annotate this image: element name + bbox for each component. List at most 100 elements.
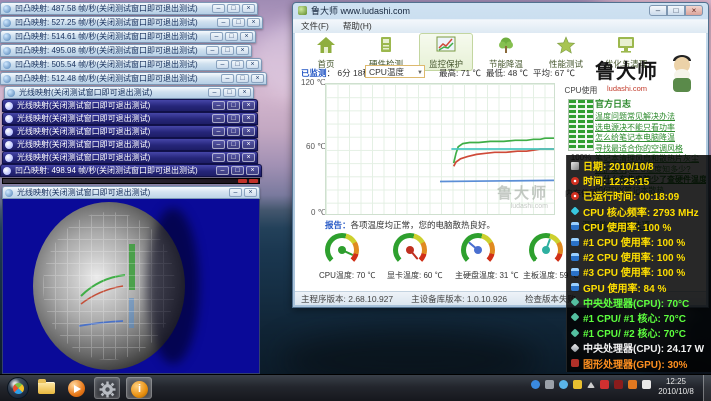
taskbar-mediaplayer-button[interactable]: [64, 377, 90, 399]
maximize-button[interactable]: □: [231, 60, 244, 69]
maximize-button[interactable]: □: [227, 127, 240, 136]
minimize-button[interactable]: –: [212, 101, 225, 110]
benchmark-window-titlebar[interactable]: 凹凸映射: 505.54 帧/秒(关闭测试窗口即可退出测试) – □ ×: [0, 58, 262, 71]
maximize-button[interactable]: □: [227, 114, 240, 123]
benchmark-window-titlebar[interactable]: 光线映射(关闭测试窗口即可退出测试) – □ ×: [2, 138, 258, 151]
toolbar-item-3[interactable]: 监控保护: [419, 33, 473, 71]
taskbar-explorer-button[interactable]: [34, 377, 60, 399]
tray-alert-icon[interactable]: [614, 380, 623, 389]
maximize-button[interactable]: □: [221, 46, 234, 55]
window-title: 光线映射(关闭测试窗口即可退出测试): [17, 188, 151, 197]
overlay-row: 已运行时间: 00:18:09: [567, 188, 711, 203]
tray-network-icon[interactable]: [628, 380, 637, 389]
metric-dropdown[interactable]: CPU温度 ▼: [365, 65, 425, 78]
usage-icon: [571, 283, 579, 292]
maximize-button[interactable]: □: [236, 74, 249, 83]
toolbar-item-4[interactable]: 节能降温: [479, 33, 533, 71]
official-blog-link-3[interactable]: 怎么给笔记本电脑降温: [595, 133, 706, 144]
window-titlebar[interactable]: 鲁大师 www.ludashi.com – □ ×: [293, 3, 708, 19]
tray-arrow-icon[interactable]: [587, 381, 595, 388]
minimize-button[interactable]: –: [221, 74, 234, 83]
start-button[interactable]: [7, 377, 29, 399]
benchmark-window-titlebar[interactable]: 光线映射(关闭测试窗口即可退出测试) – □ ×: [2, 125, 258, 138]
minimize-button[interactable]: –: [212, 127, 225, 136]
usage-icon: [571, 222, 579, 231]
menu-help[interactable]: 帮助(H): [343, 20, 372, 33]
close-button[interactable]: ×: [236, 46, 249, 55]
minimize-button[interactable]: –: [210, 32, 223, 41]
close-button[interactable]: ×: [242, 127, 255, 136]
benchmark-window-titlebar[interactable]: 光线映射(关闭测试窗口即可退出测试) – □ ×: [2, 112, 258, 125]
toolbar-item-5[interactable]: 性能测试: [539, 33, 593, 71]
benchmark-window-titlebar[interactable]: 光线映射(关闭测试窗口即可退出测试) – □ ×: [2, 151, 258, 164]
close-button[interactable]: ×: [242, 101, 255, 110]
benchmark-window-titlebar[interactable]: 凹凸映射: 512.48 帧/秒(关闭测试窗口即可退出测试) – □ ×: [0, 72, 267, 85]
minimize-button[interactable]: –: [216, 166, 229, 175]
window-titlebar[interactable]: 光线映射(关闭测试窗口即可退出测试) – ×: [2, 186, 260, 199]
maximize-button[interactable]: □: [227, 4, 240, 13]
close-button[interactable]: ×: [685, 5, 703, 16]
benchmark-window-titlebar[interactable]: 凹凸映射: 498.94 帧/秒(关闭测试窗口即可退出测试) – □ ×: [0, 164, 262, 177]
official-blog-title: 官方日志: [595, 99, 632, 109]
minimize-button[interactable]: –: [212, 153, 225, 162]
minimize-button[interactable]: –: [212, 114, 225, 123]
window-gear-icon: [5, 141, 13, 149]
maximize-button[interactable]: □: [227, 153, 240, 162]
minimize-button[interactable]: [238, 179, 247, 183]
minimize-button[interactable]: –: [206, 46, 219, 55]
close-button[interactable]: ×: [246, 166, 259, 175]
benchmark-window-titlebar[interactable]: 凹凸映射: 495.08 帧/秒(关闭测试窗口即可退出测试) – □ ×: [0, 44, 252, 57]
tray-gear-icon[interactable]: [545, 380, 554, 389]
minimize-button[interactable]: –: [229, 188, 242, 197]
minimize-button[interactable]: –: [216, 60, 229, 69]
benchmark-window-titlebar[interactable]: 光线映射(关闭测试窗口即可退出测试) – □ ×: [4, 86, 254, 99]
benchmark-window-titlebar[interactable]: 凹凸映射: 514.61 帧/秒(关闭测试窗口即可退出测试) – □ ×: [0, 30, 256, 43]
window-gear-icon: [5, 128, 13, 136]
menu-file[interactable]: 文件(F): [301, 20, 329, 33]
maximize-button[interactable]: □: [227, 140, 240, 149]
maximize-button[interactable]: □: [223, 88, 236, 97]
minimize-button[interactable]: –: [212, 4, 225, 13]
maximize-button[interactable]: □: [667, 5, 685, 16]
minimize-button[interactable]: –: [217, 18, 230, 27]
window-title: 凹凸映射: 495.08 帧/秒(关闭测试窗口即可退出测试): [15, 46, 198, 55]
close-button[interactable]: ×: [251, 74, 264, 83]
tray-volume-icon[interactable]: [642, 380, 651, 389]
official-blog-link-1[interactable]: 温度问题常见解决办法: [595, 112, 706, 123]
tray-app-blue-icon[interactable]: [531, 380, 540, 389]
toolbar-item-1[interactable]: 首页: [299, 33, 353, 71]
collapsed-window[interactable]: [2, 178, 260, 184]
maximize-button[interactable]: □: [232, 18, 245, 27]
taskbar-clock[interactable]: 12:25 2010/10/8: [653, 377, 699, 397]
benchmark-window-titlebar[interactable]: 凹凸映射: 527.25 帧/秒(关闭测试窗口即可退出测试) – □ ×: [0, 16, 263, 29]
tray-security-icon[interactable]: [600, 380, 609, 389]
official-blog-link-4[interactable]: 寻找最适合你的空调风格: [595, 144, 706, 155]
close-button[interactable]: ×: [240, 32, 253, 41]
minimize-button[interactable]: –: [649, 5, 667, 16]
maximize-button[interactable]: □: [225, 32, 238, 41]
window-gear-icon: [3, 75, 11, 83]
close-button[interactable]: ×: [247, 18, 260, 27]
close-button[interactable]: ×: [244, 188, 257, 197]
maximize-button[interactable]: □: [227, 101, 240, 110]
close-button[interactable]: ×: [242, 4, 255, 13]
benchmark-window-titlebar[interactable]: 光线映射(关闭测试窗口即可退出测试) – □ ×: [2, 99, 258, 112]
maximize-button[interactable]: □: [231, 166, 244, 175]
close-button[interactable]: ×: [242, 140, 255, 149]
close-button[interactable]: ×: [238, 88, 251, 97]
close-button[interactable]: ×: [246, 60, 259, 69]
taskbar-ludashi-button[interactable]: i: [126, 377, 152, 399]
show-desktop-button[interactable]: [703, 375, 711, 401]
minimize-button[interactable]: –: [208, 88, 221, 97]
close-button[interactable]: ×: [242, 153, 255, 162]
close-button[interactable]: ×: [242, 114, 255, 123]
tray-snowflake-icon[interactable]: [559, 380, 568, 389]
tray-dots-icon[interactable]: [573, 380, 582, 389]
mascot-icon: [673, 55, 691, 92]
official-blog-link-2[interactable]: 选电源决不能只看功率: [595, 123, 706, 134]
benchmark-window-titlebar[interactable]: 凹凸映射: 487.58 帧/秒(关闭测试窗口即可退出测试) – □ ×: [0, 2, 258, 15]
window-gear-icon: [3, 47, 11, 55]
taskbar-benchmark-button[interactable]: [94, 377, 120, 399]
close-button[interactable]: [249, 179, 258, 183]
minimize-button[interactable]: –: [212, 140, 225, 149]
